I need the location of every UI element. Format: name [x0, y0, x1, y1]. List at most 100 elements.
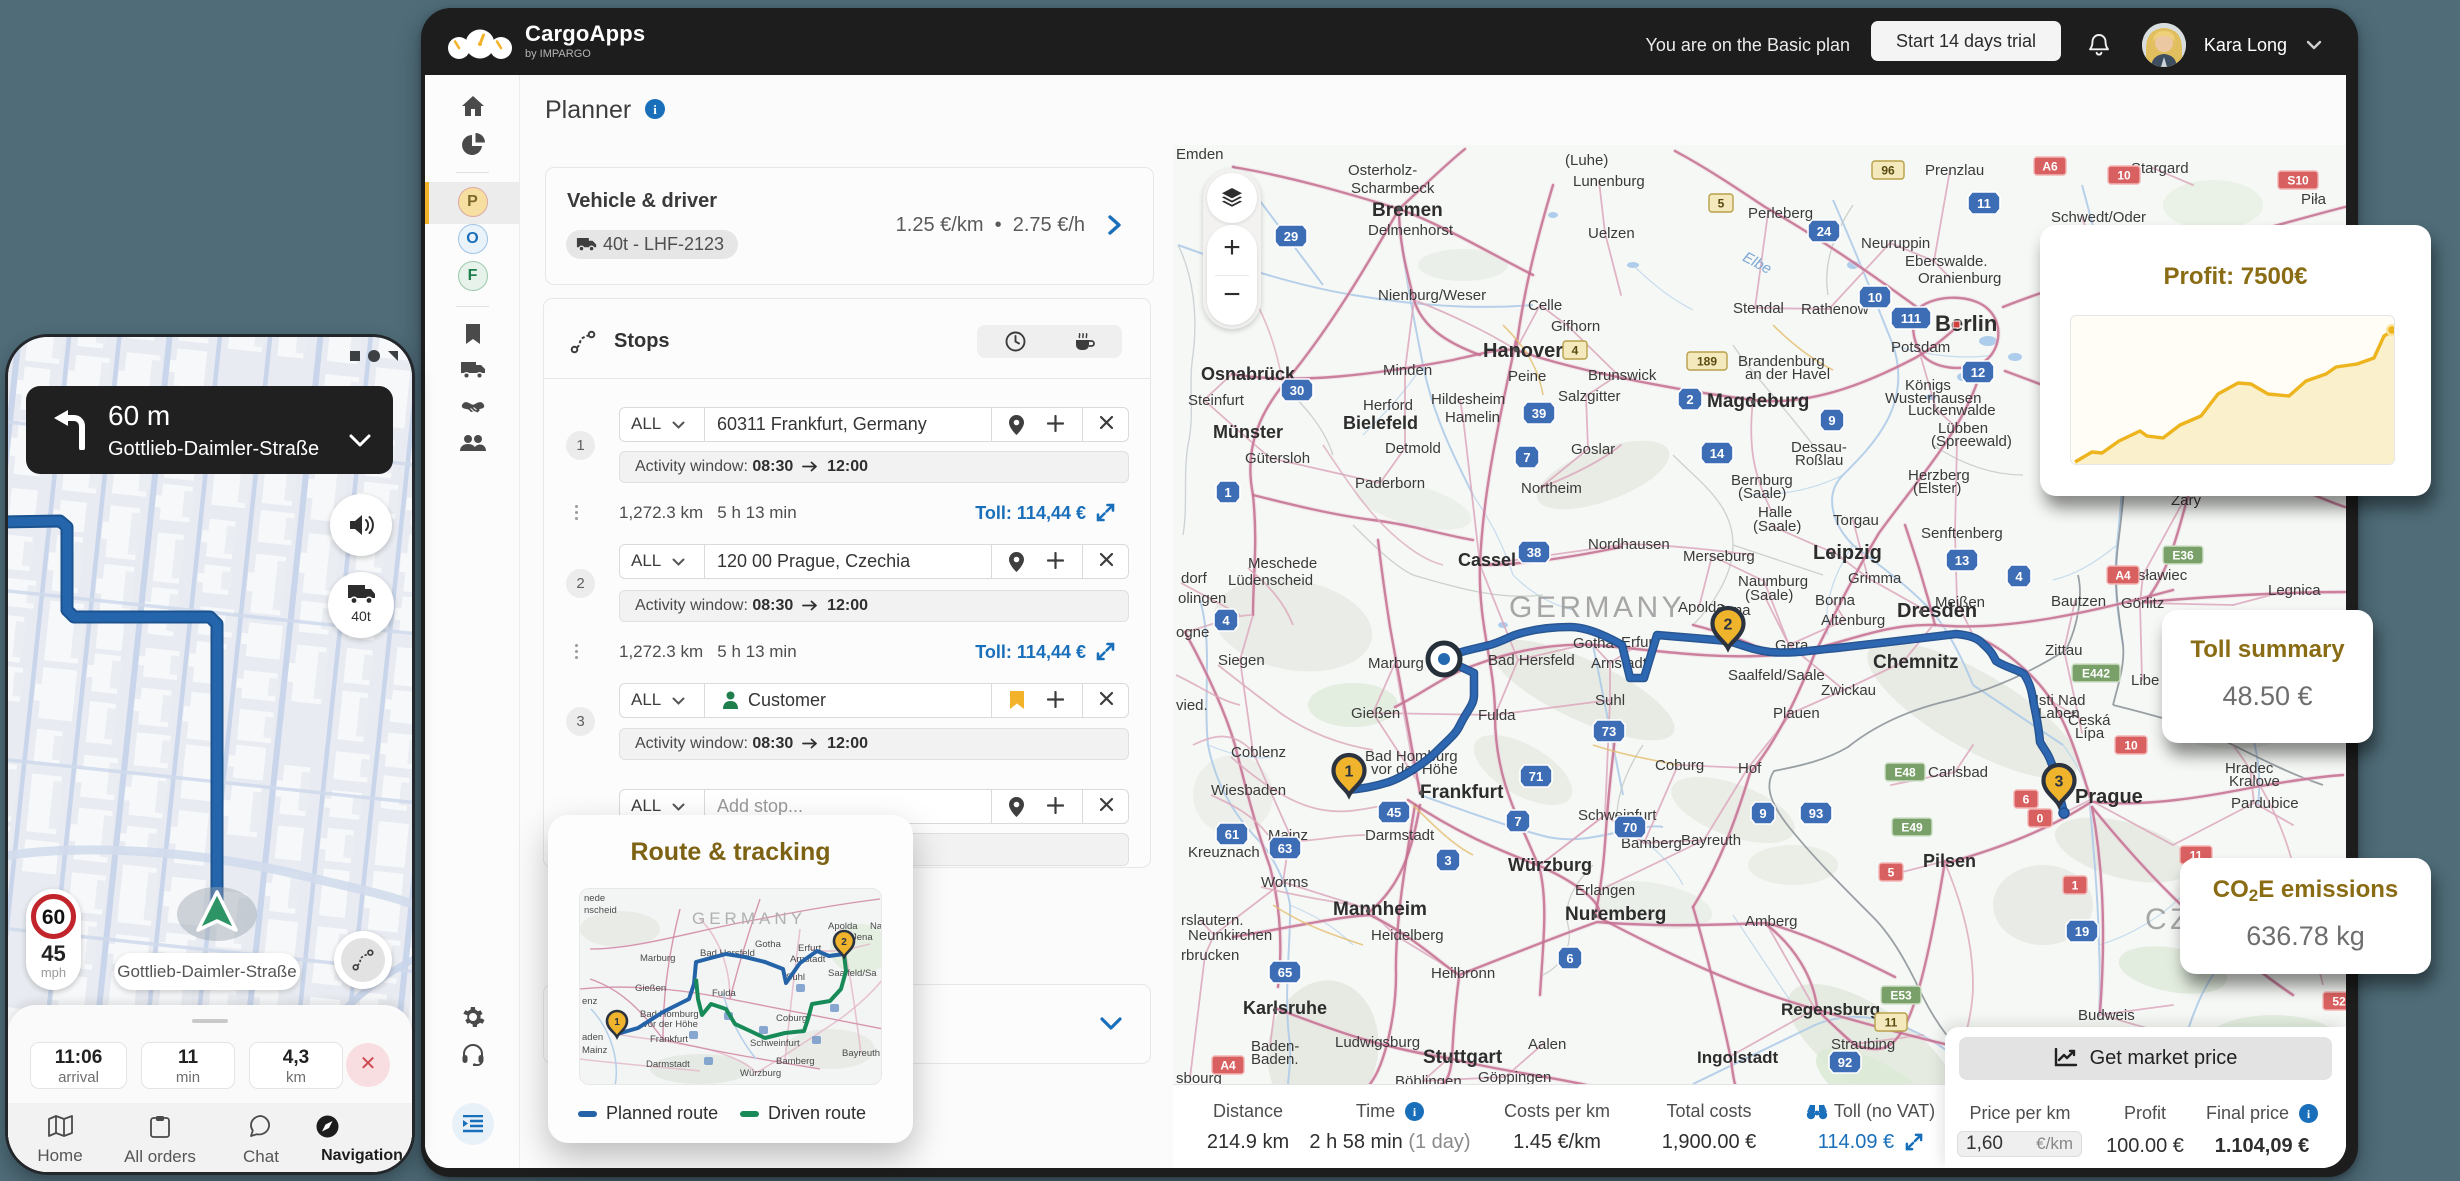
svg-text:A6: A6 [2042, 160, 2058, 174]
svg-text:Senftenberg: Senftenberg [1921, 525, 2003, 542]
svg-text:24: 24 [1817, 224, 1832, 239]
svg-text:61: 61 [1225, 827, 1239, 842]
svg-text:Bremen: Bremen [1372, 200, 1443, 221]
svg-text:10: 10 [1868, 290, 1882, 305]
svg-text:Grimma: Grimma [1848, 570, 1902, 587]
svg-text:5: 5 [1888, 866, 1895, 880]
svg-text:63: 63 [1278, 841, 1292, 856]
svg-text:Arnstadt: Arnstadt [1591, 655, 1648, 672]
svg-text:Lüdenscheid: Lüdenscheid [1228, 572, 1313, 589]
svg-text:2: 2 [841, 937, 847, 948]
svg-text:Mainz: Mainz [582, 1045, 608, 1056]
svg-text:9: 9 [1828, 413, 1835, 428]
svg-text:Cassel: Cassel [1458, 550, 1516, 570]
svg-text:Meschede: Meschede [1248, 555, 1317, 572]
svg-text:Roßlau: Roßlau [1795, 452, 1843, 469]
svg-text:6: 6 [1566, 951, 1573, 966]
svg-text:Pardubice: Pardubice [2231, 795, 2299, 812]
svg-text:Na: Na [870, 921, 882, 932]
svg-text:Hamelin: Hamelin [1445, 409, 1500, 426]
svg-text:GERMANY: GERMANY [1509, 591, 1685, 624]
svg-text:Saalfeld/Saale: Saalfeld/Saale [1728, 667, 1825, 684]
svg-text:Kreuznach: Kreuznach [1188, 844, 1260, 861]
svg-text:1: 1 [1345, 764, 1354, 781]
svg-text:A4: A4 [1220, 1059, 1236, 1073]
svg-text:Stendal: Stendal [1733, 300, 1784, 317]
svg-text:Torgau: Torgau [1833, 512, 1879, 529]
svg-text:Böblingen: Böblingen [1395, 1073, 1462, 1084]
svg-text:Perleberg: Perleberg [1748, 205, 1813, 222]
svg-text:Scharmbeck: Scharmbeck [1351, 180, 1435, 197]
svg-text:Budweis: Budweis [2078, 1007, 2135, 1024]
svg-text:Saalfeld/Sa: Saalfeld/Sa [828, 968, 877, 979]
svg-text:39: 39 [1532, 406, 1546, 421]
svg-text:Heidelberg: Heidelberg [1371, 927, 1444, 944]
svg-text:Baden.: Baden. [1251, 1051, 1299, 1068]
svg-text:Wiesbaden: Wiesbaden [1211, 782, 1286, 799]
svg-text:Luckenwalde: Luckenwalde [1908, 402, 1996, 419]
svg-text:olingen: olingen [1178, 590, 1226, 607]
svg-text:Legnica: Legnica [2268, 582, 2321, 599]
svg-text:Coburg: Coburg [1655, 757, 1704, 774]
svg-text:38: 38 [1527, 545, 1541, 560]
svg-text:10: 10 [2117, 169, 2131, 183]
svg-text:rbrucken: rbrucken [1181, 947, 1239, 964]
svg-text:65: 65 [1278, 965, 1292, 980]
svg-text:19: 19 [2075, 924, 2089, 939]
svg-text:Darmstadt: Darmstadt [646, 1059, 690, 1070]
svg-text:11: 11 [1977, 196, 1991, 211]
svg-text:Plauen: Plauen [1773, 705, 1820, 722]
svg-text:Ingolstadt: Ingolstadt [1697, 1048, 1779, 1067]
svg-text:14: 14 [1710, 446, 1725, 461]
svg-text:Uelzen: Uelzen [1588, 225, 1635, 242]
svg-text:96: 96 [1881, 164, 1895, 178]
svg-text:Altenburg: Altenburg [1821, 612, 1885, 629]
svg-text:Worms: Worms [1261, 874, 1308, 891]
svg-text:Marburg: Marburg [640, 953, 675, 964]
svg-text:ogne: ogne [1176, 624, 1209, 641]
svg-text:Potsdam: Potsdam [1891, 339, 1950, 356]
svg-text:Schwedt/Oder: Schwedt/Oder [2051, 209, 2146, 226]
svg-text:GERMANY: GERMANY [692, 909, 806, 928]
svg-text:Berlin: Berlin [1935, 311, 1997, 336]
svg-text:Bautzen: Bautzen [2051, 593, 2106, 610]
svg-text:Oranienburg: Oranienburg [1918, 270, 2001, 287]
svg-text:Frankfurt: Frankfurt [1420, 782, 1504, 803]
svg-text:Karlsruhe: Karlsruhe [1243, 998, 1327, 1018]
svg-text:Northeim: Northeim [1521, 480, 1582, 497]
svg-text:189: 189 [1697, 355, 1717, 369]
svg-text:30: 30 [1290, 383, 1304, 398]
svg-text:Eberswalde.: Eberswalde. [1905, 253, 1988, 270]
svg-text:Neunkirchen: Neunkirchen [1188, 927, 1272, 944]
svg-text:2: 2 [1686, 392, 1693, 407]
svg-text:Ludwigsburg: Ludwigsburg [1335, 1034, 1420, 1051]
svg-text:Gütersloh: Gütersloh [1245, 450, 1310, 467]
svg-text:12: 12 [1971, 365, 1985, 380]
svg-text:Celle: Celle [1528, 297, 1562, 314]
svg-text:1: 1 [2072, 879, 2079, 893]
svg-text:Fulda: Fulda [1478, 707, 1516, 724]
svg-text:Coblenz: Coblenz [1231, 744, 1286, 761]
svg-text:Libe: Libe [2131, 672, 2159, 689]
svg-text:E53: E53 [1890, 989, 1912, 1003]
svg-text:nscheid: nscheid [584, 905, 617, 916]
svg-text:7: 7 [1514, 814, 1521, 829]
svg-text:5: 5 [1718, 197, 1725, 211]
svg-text:Aalen: Aalen [1528, 1036, 1566, 1053]
svg-text:i: i [653, 102, 657, 117]
svg-text:111: 111 [1901, 311, 1921, 326]
svg-text:Peine: Peine [1508, 368, 1546, 385]
svg-text:Delmenhorst: Delmenhorst [1368, 222, 1454, 239]
svg-text:rslautern.: rslautern. [1181, 912, 1244, 929]
svg-text:Steinfurt: Steinfurt [1188, 392, 1245, 409]
svg-text:4: 4 [1222, 613, 1230, 628]
svg-text:Stuttgart: Stuttgart [1423, 1047, 1503, 1068]
svg-text:Mannheim: Mannheim [1333, 899, 1427, 920]
svg-text:Zwickau: Zwickau [1821, 682, 1876, 699]
svg-text:E49: E49 [1901, 821, 1923, 835]
svg-text:E442: E442 [2082, 667, 2110, 681]
svg-text:Amberg: Amberg [1745, 913, 1798, 930]
svg-text:(Saale): (Saale) [1738, 485, 1786, 502]
svg-text:Heilbronn: Heilbronn [1431, 965, 1495, 982]
svg-text:Lunenburg: Lunenburg [1573, 173, 1645, 190]
